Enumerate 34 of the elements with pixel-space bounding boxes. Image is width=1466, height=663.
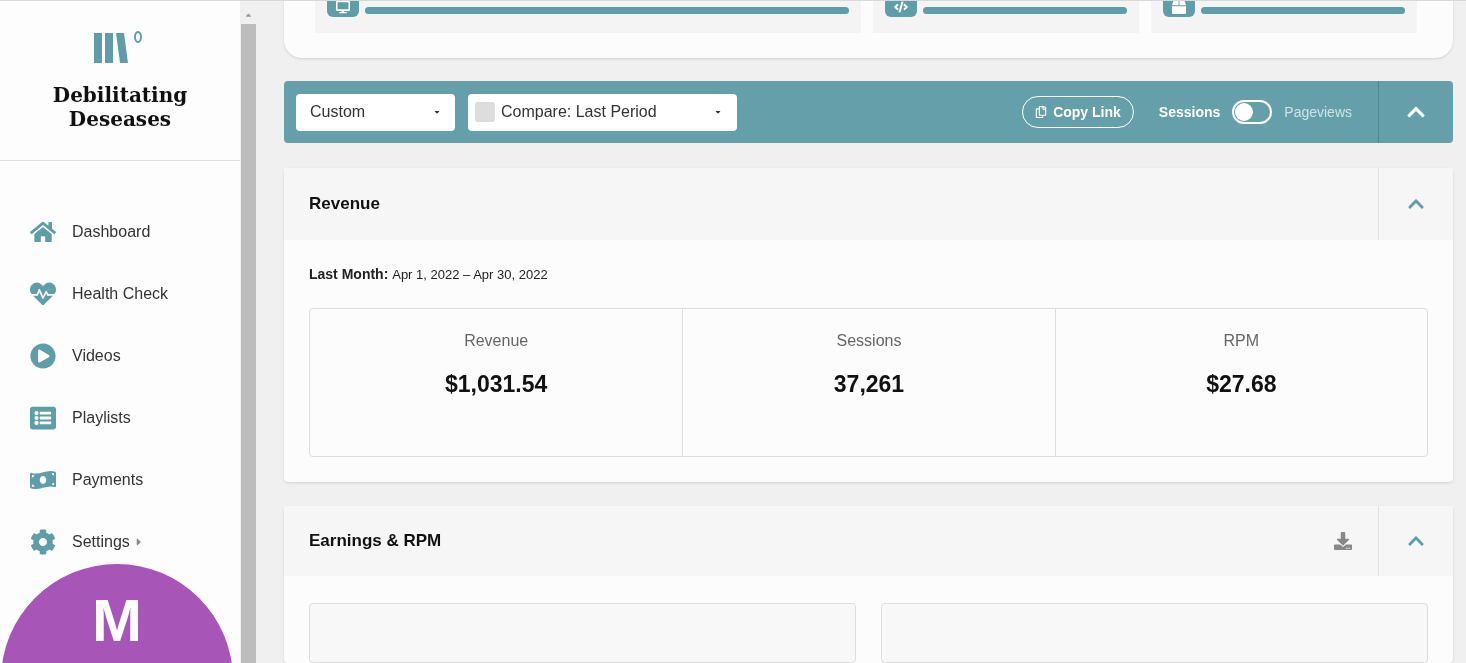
- nav-item[interactable]: Payments: [30, 464, 240, 496]
- compare-dropdown[interactable]: Compare: Last Period: [468, 93, 737, 131]
- scroll-up-icon[interactable]: [244, 11, 253, 20]
- nav-item[interactable]: Videos: [30, 340, 240, 372]
- stat-label: RPM: [1223, 331, 1260, 351]
- period-text: Last Month: Apr 1, 2022 – Apr 30, 2022: [309, 264, 548, 284]
- list-icon: [30, 405, 56, 431]
- stat-value: 37,261: [833, 370, 905, 399]
- download-icon[interactable]: [1334, 532, 1352, 550]
- avatar[interactable]: M: [1, 564, 233, 663]
- box-icon: [1172, 1, 1186, 14]
- code-icon: [894, 1, 908, 14]
- stat-label: Revenue: [464, 331, 529, 351]
- monitor-icon: [336, 1, 350, 14]
- section-title: Earnings & RPM: [309, 530, 443, 553]
- copy-icon: [1035, 106, 1048, 119]
- compare-checkbox[interactable]: [475, 102, 495, 123]
- toggle-label: Pageviews: [1284, 102, 1352, 122]
- section-title: Revenue: [309, 193, 381, 216]
- stat-label: Sessions: [836, 331, 902, 351]
- play-icon: [30, 343, 56, 369]
- view-toggle[interactable]: [1232, 100, 1273, 125]
- stat-value: $1,031.54: [445, 370, 548, 399]
- settings-icon: [30, 529, 56, 555]
- range-dropdown[interactable]: Custom: [296, 93, 455, 131]
- nav-item[interactable]: Playlists: [30, 402, 240, 434]
- brand-name: Debilitating Deseases: [51, 83, 189, 131]
- heartbeat-icon: [30, 281, 56, 307]
- nav-item[interactable]: Health Check: [30, 278, 240, 310]
- stat-value: $27.68: [1206, 370, 1277, 399]
- home-icon: [30, 219, 56, 245]
- nav-item[interactable]: Settings: [30, 526, 240, 558]
- nav-item[interactable]: Dashboard: [30, 216, 240, 248]
- toggle-label: Sessions: [1158, 102, 1221, 122]
